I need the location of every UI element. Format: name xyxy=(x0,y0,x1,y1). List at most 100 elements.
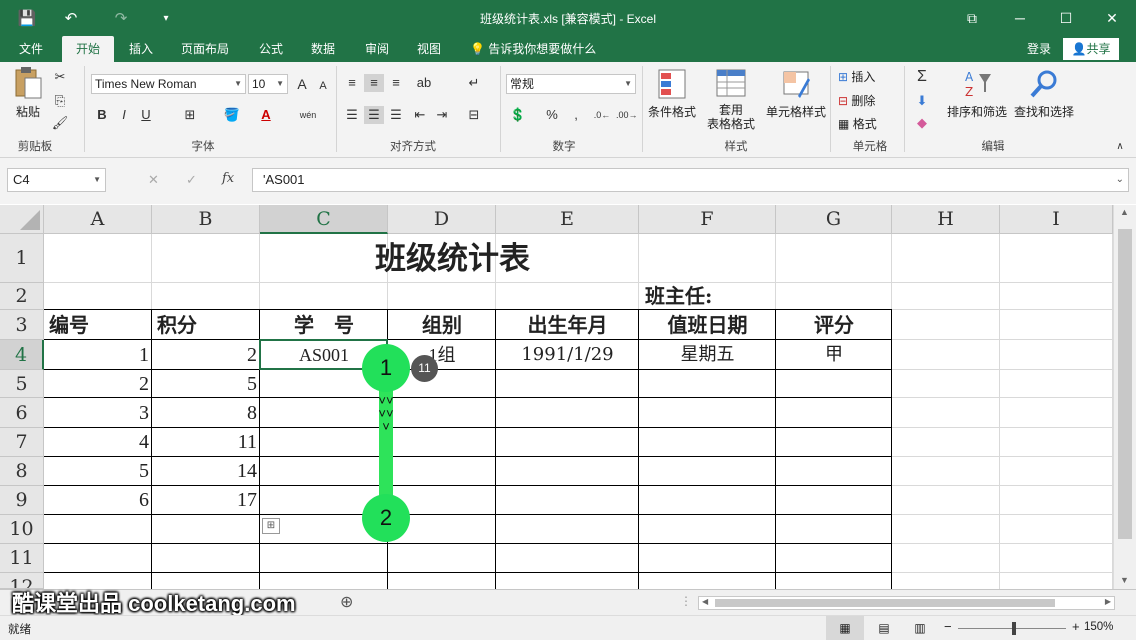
increase-font-icon[interactable]: A xyxy=(292,75,312,93)
align-right-icon[interactable]: ☰ xyxy=(386,106,406,124)
underline-button[interactable]: U xyxy=(136,106,156,124)
delete-cells-button[interactable]: ⊟ 删除 xyxy=(838,92,875,109)
column-header-b[interactable]: B xyxy=(152,205,260,234)
expand-formula-icon[interactable]: ⌄ xyxy=(1116,169,1124,191)
tab-file[interactable]: 文件 xyxy=(8,36,54,62)
zoom-slider-thumb[interactable] xyxy=(1012,622,1016,635)
align-left-icon[interactable]: ☰ xyxy=(342,106,362,124)
percent-button[interactable]: % xyxy=(542,106,562,124)
fill-icon[interactable]: ⬇ xyxy=(912,92,932,110)
row-header-4[interactable]: 4 xyxy=(0,340,44,370)
clear-icon[interactable]: ◆ xyxy=(912,114,932,132)
decrease-decimal-icon[interactable]: .00→ xyxy=(616,106,638,124)
align-middle-icon[interactable]: ≡ xyxy=(364,74,384,92)
tab-review[interactable]: 审阅 xyxy=(356,36,398,62)
column-header-i[interactable]: I xyxy=(1000,205,1113,234)
zoom-in-button[interactable]: + xyxy=(1072,619,1080,634)
decrease-font-icon[interactable]: A xyxy=(313,77,333,95)
more-options-icon[interactable]: ⋮ xyxy=(680,594,692,608)
select-all-corner[interactable] xyxy=(0,205,44,234)
cancel-entry-icon[interactable]: ✕ xyxy=(148,172,159,188)
font-color-icon[interactable]: A xyxy=(256,106,276,124)
row-header-11[interactable]: 11 xyxy=(0,544,44,573)
insert-function-icon[interactable]: fx xyxy=(222,171,234,186)
find-select-button[interactable]: 查找和选择 xyxy=(1012,68,1076,120)
number-format-combo[interactable]: 常规 ▼ xyxy=(506,74,636,94)
column-header-h[interactable]: H xyxy=(892,205,1000,234)
column-header-f[interactable]: F xyxy=(639,205,776,234)
name-box[interactable]: C4 ▼ xyxy=(7,168,106,192)
column-header-a[interactable]: A xyxy=(44,205,152,234)
row-header-5[interactable]: 5 xyxy=(0,370,44,398)
page-layout-view-icon[interactable]: ▤ xyxy=(874,616,894,640)
formula-input[interactable]: 'AS001 ⌄ xyxy=(252,168,1129,192)
align-center-icon[interactable]: ☰ xyxy=(364,106,384,124)
cell-styles-button[interactable]: 单元格样式 xyxy=(764,68,828,120)
phonetic-guide-icon[interactable]: wén xyxy=(298,106,318,124)
row-header-1[interactable]: 1 xyxy=(0,234,44,283)
conditional-formatting-button[interactable]: 条件格式 xyxy=(646,68,698,120)
tab-formulas[interactable]: 公式 xyxy=(250,36,292,62)
comma-style-button[interactable]: , xyxy=(566,106,586,124)
collapse-ribbon-icon[interactable]: ∧ xyxy=(1110,138,1130,156)
login-link[interactable]: 登录 xyxy=(1027,36,1051,62)
share-button[interactable]: 👤共享 xyxy=(1063,38,1119,60)
sort-filter-button[interactable]: A Z 排序和筛选 xyxy=(944,68,1010,120)
tell-me-box[interactable]: 💡 告诉我你想要做什么 xyxy=(470,36,596,62)
insert-cells-button[interactable]: ⊞ 插入 xyxy=(838,68,875,85)
format-cells-button[interactable]: ▦ 格式 xyxy=(838,115,877,132)
decrease-indent-icon[interactable]: ⇤ xyxy=(410,106,430,124)
normal-view-icon[interactable]: ▦ xyxy=(826,616,864,640)
auto-fill-options-icon[interactable]: ⊞ xyxy=(262,518,280,534)
orientation-icon[interactable]: ab xyxy=(414,74,434,92)
minimize-button[interactable]: ─ xyxy=(1006,6,1034,30)
column-header-e[interactable]: E xyxy=(496,205,639,234)
horizontal-scrollbar[interactable]: ◀ ▶ xyxy=(698,596,1115,610)
page-break-view-icon[interactable]: ▥ xyxy=(910,616,930,640)
scroll-left-icon[interactable]: ◀ xyxy=(702,597,708,606)
font-name-combo[interactable]: Times New Roman ▼ xyxy=(91,74,246,94)
add-sheet-icon[interactable]: ⊕ xyxy=(340,592,353,612)
row-header-8[interactable]: 8 xyxy=(0,457,44,486)
paste-button[interactable]: 粘贴 xyxy=(10,66,46,124)
tab-page-layout[interactable]: 页面布局 xyxy=(172,36,238,62)
italic-button[interactable]: I xyxy=(114,106,134,124)
row-header-3[interactable]: 3 xyxy=(0,310,44,340)
bold-button[interactable]: B xyxy=(92,106,112,124)
format-as-table-button[interactable]: 套用 表格格式 xyxy=(700,68,762,131)
wrap-text-icon[interactable]: ↵ xyxy=(464,74,484,92)
merge-center-icon[interactable]: ⊟ xyxy=(464,106,484,124)
tab-insert[interactable]: 插入 xyxy=(118,36,164,62)
zoom-out-button[interactable]: − xyxy=(944,619,952,634)
scroll-up-icon[interactable]: ▲ xyxy=(1120,207,1129,217)
cell-grid[interactable]: 班级统计表 班主任: 编号 积分学 号组别 出生年月 值班日期 评分 1 2 AS001 1组 199… xyxy=(44,234,1113,589)
borders-icon[interactable]: ⊞ xyxy=(180,106,200,124)
align-bottom-icon[interactable]: ≡ xyxy=(386,74,406,92)
zoom-level[interactable]: 150% xyxy=(1084,621,1113,633)
column-header-c[interactable]: C xyxy=(260,205,388,234)
font-size-combo[interactable]: 10 ▼ xyxy=(248,74,288,94)
align-top-icon[interactable]: ≡ xyxy=(342,74,362,92)
maximize-button[interactable]: ☐ xyxy=(1052,6,1080,30)
row-header-7[interactable]: 7 xyxy=(0,428,44,457)
increase-decimal-icon[interactable]: .0← xyxy=(592,106,612,124)
column-header-d[interactable]: D xyxy=(388,205,496,234)
close-button[interactable]: ✕ xyxy=(1098,6,1126,30)
tab-view[interactable]: 视图 xyxy=(408,36,450,62)
autosum-icon[interactable]: Σ xyxy=(912,68,932,86)
row-header-6[interactable]: 6 xyxy=(0,398,44,428)
vertical-scroll-thumb[interactable] xyxy=(1118,229,1132,539)
copy-icon[interactable]: ⎘ xyxy=(50,92,70,110)
format-painter-icon[interactable]: 🖌 xyxy=(50,114,70,132)
increase-indent-icon[interactable]: ⇥ xyxy=(432,106,452,124)
fill-color-icon[interactable]: 🪣 xyxy=(222,106,242,124)
cut-icon[interactable]: ✂ xyxy=(50,68,70,86)
scroll-down-icon[interactable]: ▼ xyxy=(1120,575,1129,585)
tab-home[interactable]: 开始 xyxy=(62,36,114,62)
accounting-format-icon[interactable]: 💲 xyxy=(508,106,528,124)
row-header-10[interactable]: 10 xyxy=(0,515,44,544)
ribbon-display-options-icon[interactable]: ⧉ xyxy=(958,6,986,30)
column-header-g[interactable]: G xyxy=(776,205,892,234)
confirm-entry-icon[interactable]: ✓ xyxy=(186,172,197,188)
horizontal-scroll-thumb[interactable] xyxy=(715,599,1055,607)
